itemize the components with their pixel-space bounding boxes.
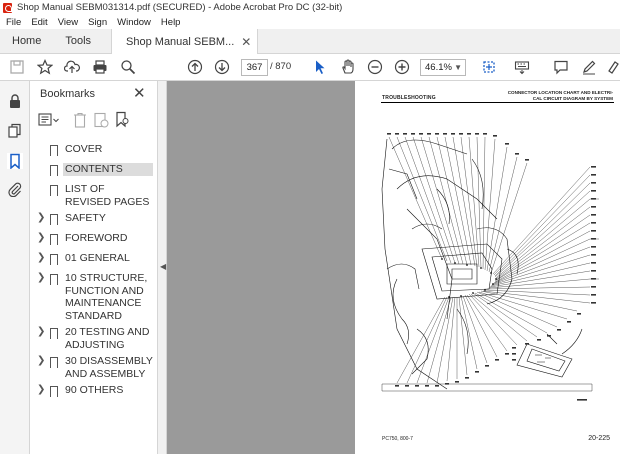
tab-bar: Home Tools Shop Manual SEBM... ✕ (0, 29, 620, 55)
navigation-rail (0, 81, 30, 454)
attachment-paperclip-icon[interactable] (7, 181, 23, 198)
page-total: / 870 (270, 61, 292, 72)
toolbar: 367 / 870 46.1% ▼ (0, 54, 620, 81)
new-bookmark-icon[interactable] (93, 112, 109, 128)
bookmark-icon (50, 386, 58, 397)
zoom-value: 46.1% (425, 62, 452, 73)
chevron-right-icon[interactable]: ❯ (37, 384, 45, 395)
menu-window[interactable]: Window (117, 17, 151, 28)
print-icon[interactable] (91, 58, 109, 76)
bookmark-icon (50, 185, 58, 196)
tab-tools[interactable]: Tools (53, 29, 103, 53)
upload-cloud-icon[interactable] (63, 58, 81, 76)
menu-sign[interactable]: Sign (88, 17, 107, 28)
pdf-page: TROUBLESHOOTING CONNECTOR LOCATION CHART… (355, 81, 620, 454)
delete-trash-icon[interactable] (73, 112, 87, 128)
bookmark-from-selection-icon[interactable] (114, 111, 130, 128)
next-page-icon[interactable] (213, 58, 231, 76)
menu-file[interactable]: File (6, 17, 21, 28)
star-icon[interactable] (36, 58, 54, 76)
bookmark-label: LIST OF REVISED PAGES (65, 183, 150, 208)
previous-page-icon[interactable] (186, 58, 204, 76)
menu-view[interactable]: View (58, 17, 78, 28)
chevron-right-icon[interactable]: ❯ (37, 355, 45, 366)
tab-document-label: Shop Manual SEBM... (126, 36, 235, 48)
bookmark-icon (50, 214, 58, 225)
chevron-right-icon[interactable]: ❯ (37, 252, 45, 263)
page-header-section: TROUBLESHOOTING (382, 95, 436, 101)
pages-thumbnails-icon[interactable] (7, 123, 23, 139)
keyboard-icon[interactable] (513, 58, 531, 76)
chevron-right-icon[interactable]: ❯ (37, 212, 45, 223)
title-bar: Shop Manual SEBM031314.pdf (SECURED) - A… (0, 0, 620, 15)
bookmark-label: 01 GENERAL (65, 252, 130, 264)
connector-location-drawing (381, 133, 599, 401)
collapse-panel-icon[interactable]: ◀ (160, 262, 166, 271)
bookmark-icon (50, 254, 58, 265)
close-icon[interactable]: ✕ (241, 35, 251, 49)
menu-bar: File Edit View Sign Window Help (0, 15, 620, 29)
zoom-select[interactable]: 46.1% ▼ (420, 59, 466, 76)
lock-icon[interactable] (7, 93, 23, 109)
highlighter-icon[interactable] (604, 58, 620, 76)
bookmark-label: 10 STRUCTURE, FUNCTION AND MAINTENANCE S… (65, 272, 148, 322)
zoom-in-icon[interactable] (393, 58, 411, 76)
page-footer-number: 20-225 (588, 435, 610, 442)
page-footer-model: PC750, 800-7 (382, 436, 413, 442)
bookmarks-panel-icon[interactable] (7, 153, 23, 170)
bookmark-label: 30 DISASSEMBLY AND ASSEMBLY (65, 355, 153, 380)
tab-document[interactable]: Shop Manual SEBM... ✕ (111, 29, 259, 55)
pen-icon[interactable] (580, 58, 598, 76)
bookmark-icon (50, 328, 58, 339)
bookmark-label: 90 OTHERS (65, 384, 124, 396)
window-title: Shop Manual SEBM031314.pdf (SECURED) - A… (17, 2, 343, 13)
menu-help[interactable]: Help (161, 17, 181, 28)
close-icon[interactable]: ✕ (133, 84, 146, 102)
hand-tool-icon[interactable] (339, 58, 357, 76)
select-cursor-icon[interactable] (311, 58, 329, 76)
page-number-input[interactable]: 367 (241, 59, 268, 76)
acrobat-icon (3, 2, 12, 13)
bookmark-icon (50, 145, 58, 156)
bookmark-label: FOREWORD (65, 232, 128, 244)
bookmark-icon (50, 274, 58, 285)
bookmarks-title: Bookmarks (40, 88, 96, 100)
comment-icon[interactable] (552, 58, 570, 76)
bookmark-icon (50, 357, 58, 368)
chevron-right-icon[interactable]: ❯ (37, 272, 45, 283)
bookmarks-panel: Bookmarks ✕ COVER CONTENTS LIST OF REVIS… (30, 81, 157, 454)
bookmark-icon (50, 234, 58, 245)
panel-splitter[interactable]: ◀ (157, 81, 167, 454)
zoom-search-icon[interactable] (119, 58, 137, 76)
bookmark-label: CONTENTS (63, 163, 153, 176)
document-viewer[interactable]: TROUBLESHOOTING CONNECTOR LOCATION CHART… (167, 81, 620, 454)
bookmark-icon (50, 165, 58, 176)
tab-home[interactable]: Home (0, 29, 53, 53)
page-fit-icon[interactable] (480, 58, 498, 76)
zoom-out-icon[interactable] (366, 58, 384, 76)
bookmarks-toolbar (38, 110, 153, 130)
header-rule (381, 102, 614, 103)
bookmark-label: 20 TESTING AND ADJUSTING (65, 326, 150, 351)
chevron-right-icon[interactable]: ❯ (37, 232, 45, 243)
chevron-right-icon[interactable]: ❯ (37, 326, 45, 337)
bookmark-label: COVER (65, 143, 103, 155)
bookmark-options-icon[interactable] (38, 113, 60, 127)
chevron-down-icon: ▼ (454, 63, 462, 72)
menu-edit[interactable]: Edit (31, 17, 47, 28)
page-header-title: CONNECTOR LOCATION CHART AND ELECTRI- CA… (508, 90, 613, 102)
bookmark-label: SAFETY (65, 212, 106, 224)
save-icon[interactable] (8, 58, 26, 76)
